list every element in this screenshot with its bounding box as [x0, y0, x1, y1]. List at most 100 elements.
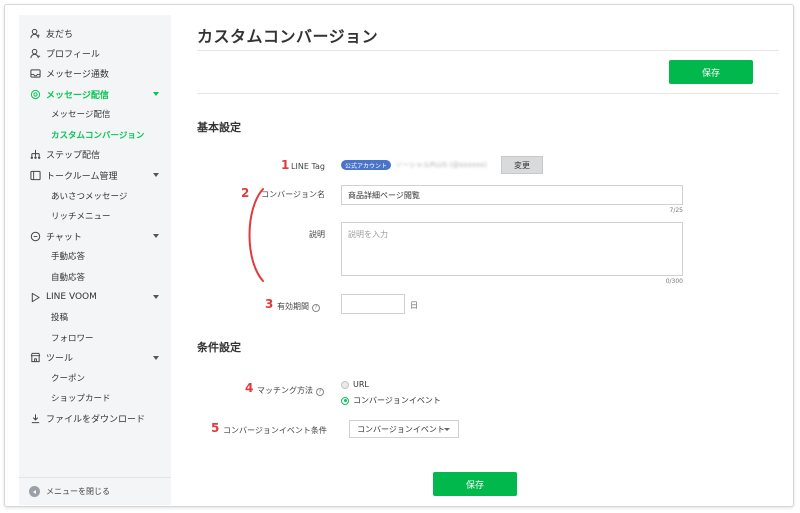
sidebar-item-label: クーポン — [51, 374, 86, 385]
talkroom-icon — [29, 169, 41, 181]
sidebar-subitem-greeting[interactable]: あいさつメッセージ — [19, 185, 171, 205]
help-icon[interactable]: ? — [312, 304, 320, 312]
chevron-down-icon — [153, 295, 159, 299]
download-icon — [29, 413, 41, 425]
sidebar-subitem-rich-menu[interactable]: リッチメニュー — [19, 206, 171, 226]
official-account-badge: 公式アカウント — [341, 160, 392, 170]
annotation-number-4: 4 — [245, 381, 254, 395]
sidebar-item-label: ステップ配信 — [46, 151, 101, 162]
description-counter: 0/300 — [665, 278, 683, 285]
change-button[interactable]: 変更 — [501, 156, 543, 174]
step-icon — [29, 149, 41, 161]
sidebar-subitem-followers[interactable]: フォロワー — [19, 327, 171, 347]
sidebar-item-tools[interactable]: ツール — [19, 348, 171, 368]
broadcast-icon — [29, 88, 41, 100]
sidebar-subitem-posts[interactable]: 投稿 — [19, 307, 171, 327]
sidebar-item-label: メッセージ配信 — [51, 110, 111, 121]
sidebar-item-step-delivery[interactable]: ステップ配信 — [19, 145, 171, 165]
sidebar-item-message-count[interactable]: メッセージ通数 — [19, 64, 171, 84]
close-menu-label: メニューを閉じる — [46, 487, 110, 496]
validity-days-input[interactable] — [341, 294, 405, 314]
app-window: 友だち プロフィール メッセージ通数 メッセージ配信 メッセージ配信 カスタムコ… — [4, 4, 794, 507]
sidebar-item-line-voom[interactable]: LINE VOOM — [19, 287, 171, 307]
sidebar-item-label: プロフィール — [46, 49, 100, 60]
radio-conversion-event[interactable]: コンバージョンイベント — [341, 395, 441, 406]
sidebar-nav: 友だち プロフィール メッセージ通数 メッセージ配信 メッセージ配信 カスタムコ… — [19, 15, 171, 429]
condition-settings-title: 条件設定 — [197, 341, 241, 354]
sidebar-item-chat[interactable]: チャット — [19, 226, 171, 246]
sidebar-item-label: カスタムコンバージョン — [51, 130, 145, 141]
line-tag-label: LINE Tag — [291, 162, 325, 171]
sidebar-item-message-delivery[interactable]: メッセージ配信 — [19, 84, 171, 104]
sidebar-subitem-coupons[interactable]: クーポン — [19, 368, 171, 388]
sidebar-item-label: 自動応答 — [51, 272, 86, 283]
sidebar-item-label: 手動応答 — [51, 252, 86, 263]
divider — [197, 93, 779, 94]
inbox-icon — [29, 68, 41, 80]
sidebar-item-label: メッセージ配信 — [46, 90, 109, 101]
store-icon — [29, 352, 41, 364]
sidebar: 友だち プロフィール メッセージ通数 メッセージ配信 メッセージ配信 カスタムコ… — [19, 15, 171, 505]
chat-icon — [29, 230, 41, 242]
sidebar-item-label: あいさつメッセージ — [51, 191, 128, 202]
sidebar-subitem-shop-card[interactable]: ショップカード — [19, 388, 171, 408]
sidebar-subitem-custom-conversion[interactable]: カスタムコンバージョン — [19, 124, 171, 144]
chevron-down-icon — [153, 173, 159, 178]
close-menu-button[interactable]: メニューを閉じる — [19, 477, 171, 505]
validity-label: 有効期間? — [277, 301, 337, 312]
annotation-number-1: 1 — [281, 158, 290, 172]
conversion-name-label: コンバージョン名 — [261, 190, 325, 199]
sidebar-item-label: LINE VOOM — [46, 292, 97, 302]
chevron-down-icon — [444, 428, 450, 431]
matching-method-label-text: マッチング方法 — [257, 386, 313, 395]
event-condition-select[interactable]: コンバージョンイベント — [349, 420, 459, 438]
conversion-name-input[interactable] — [341, 185, 683, 205]
chevron-down-icon — [153, 355, 159, 360]
sidebar-item-profile[interactable]: プロフィール — [19, 43, 171, 63]
radio-indicator — [341, 380, 349, 389]
sidebar-item-download[interactable]: ファイルをダウンロード — [19, 409, 171, 429]
sidebar-item-friends[interactable]: 友だち — [19, 23, 171, 43]
annotation-number-3: 3 — [265, 297, 274, 311]
sidebar-item-talkroom[interactable]: トークルーム管理 — [19, 165, 171, 185]
sidebar-item-label: トークルーム管理 — [46, 171, 118, 182]
radio-url[interactable]: URL — [341, 380, 369, 389]
description-label: 説明 — [309, 230, 325, 239]
person-icon — [29, 27, 41, 39]
voom-icon — [29, 291, 41, 303]
radio-label: URL — [353, 380, 369, 389]
sidebar-item-label: 友だち — [46, 29, 74, 40]
sidebar-item-label: ファイルをダウンロード — [46, 415, 146, 426]
sidebar-item-label: メッセージ通数 — [46, 70, 109, 81]
radio-indicator — [341, 396, 349, 405]
chevron-down-icon — [153, 234, 159, 239]
profile-icon — [29, 47, 41, 59]
basic-settings-title: 基本設定 — [197, 121, 241, 134]
matching-method-label: マッチング方法? — [257, 385, 337, 396]
days-unit: 日 — [410, 301, 418, 310]
sidebar-item-label: ショップカード — [51, 394, 111, 405]
event-condition-label: コンバージョンイベント条件 — [223, 426, 327, 435]
collapse-icon — [29, 486, 40, 497]
page-title: カスタムコンバージョン — [197, 27, 379, 46]
annotation-number-5: 5 — [211, 421, 220, 435]
radio-label: コンバージョンイベント — [353, 396, 441, 405]
sidebar-subitem-message-delivery[interactable]: メッセージ配信 — [19, 104, 171, 124]
description-textarea[interactable] — [341, 222, 683, 276]
divider — [197, 50, 779, 51]
event-condition-value: コンバージョンイベント — [357, 424, 445, 434]
sidebar-item-label: チャット — [46, 232, 82, 243]
main-content: カスタムコンバージョン 保存 基本設定 1 LINE Tag 公式アカウント ソ… — [191, 5, 781, 506]
sidebar-subitem-manual-reply[interactable]: 手動応答 — [19, 246, 171, 266]
sidebar-item-label: フォロワー — [51, 333, 94, 344]
sidebar-item-label: リッチメニュー — [51, 211, 111, 222]
help-icon[interactable]: ? — [316, 388, 324, 396]
save-button-bottom[interactable]: 保存 — [433, 472, 517, 496]
sidebar-item-label: 投稿 — [51, 313, 69, 324]
validity-label-text: 有効期間 — [277, 302, 309, 311]
chevron-down-icon — [153, 92, 159, 97]
sidebar-item-label: ツール — [46, 354, 74, 365]
save-button-top[interactable]: 保存 — [669, 60, 753, 84]
sidebar-subitem-auto-reply[interactable]: 自動応答 — [19, 267, 171, 287]
account-name: ソーシャルPLUS (@xxxxxx) — [395, 161, 487, 169]
